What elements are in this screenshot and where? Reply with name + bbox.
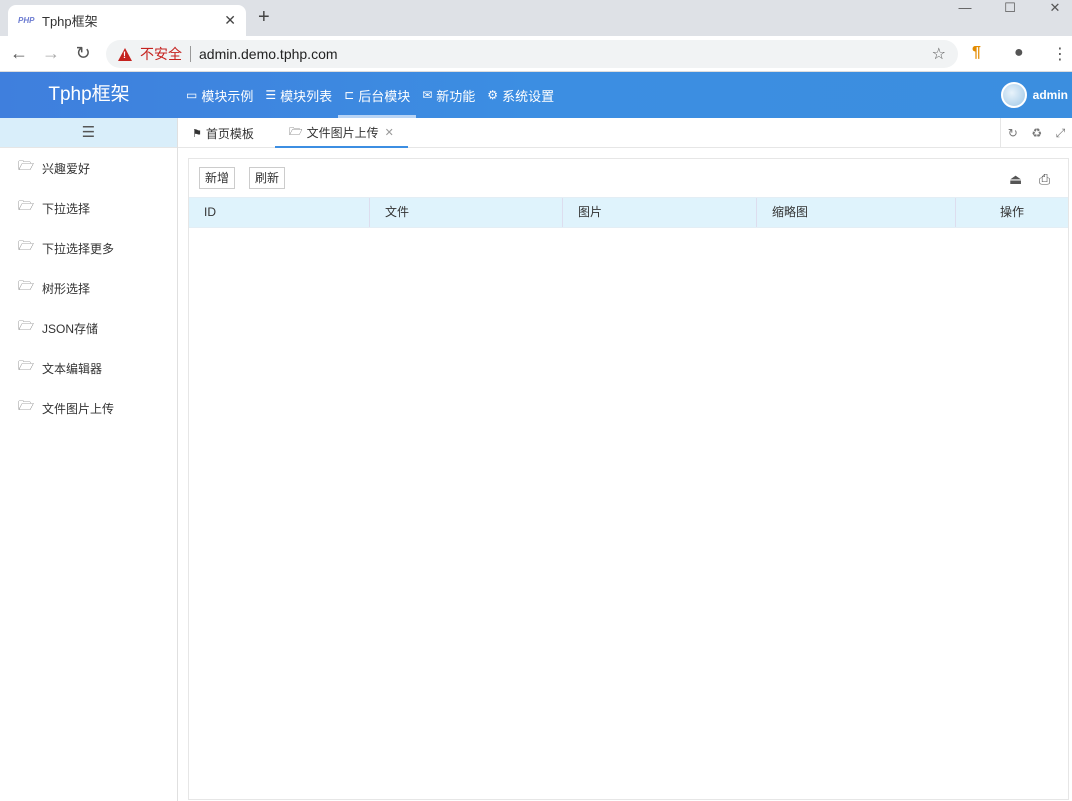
nav-item-module-list[interactable]: ☰ 模块列表 bbox=[259, 72, 338, 118]
tab-label: 首页模板 bbox=[205, 126, 254, 141]
url-text[interactable]: admin.demo.tphp.com bbox=[199, 46, 932, 62]
nav-item-new-features[interactable]: ✉ 新功能 bbox=[416, 72, 481, 118]
folder-open-icon: 🗁 bbox=[18, 198, 35, 213]
sidebar-item-label: 下拉选择 bbox=[42, 201, 91, 216]
sidebar-toggle-icon[interactable]: ☰ bbox=[0, 118, 177, 148]
sidebar-item-tree-select[interactable]: 🗁 树形选择 bbox=[0, 268, 177, 308]
new-tab-icon[interactable]: + bbox=[258, 6, 270, 29]
browser-tabstrip: PHP Tphp框架 ✕ + — ☐ ✕ bbox=[0, 0, 1072, 36]
address-bar[interactable]: 不安全 admin.demo.tphp.com ☆ bbox=[106, 40, 958, 68]
forward-icon[interactable]: → bbox=[40, 43, 62, 64]
minimize-icon[interactable]: — bbox=[950, 0, 980, 16]
export-icon[interactable]: ⏏ bbox=[1009, 171, 1022, 188]
nav-label: 系统设置 bbox=[502, 88, 555, 104]
list-icon: ☰ bbox=[265, 88, 277, 102]
fullscreen-icon[interactable]: ⤢ bbox=[1056, 126, 1066, 141]
browser-tab-title: Tphp框架 bbox=[42, 14, 98, 29]
nav-label: 后台模块 bbox=[358, 88, 411, 104]
table-header: ID 文件 图片 缩略图 操作 bbox=[189, 197, 1068, 228]
print-icon[interactable]: ⎙ bbox=[1039, 171, 1050, 188]
column-header-file[interactable]: 文件 bbox=[370, 198, 563, 227]
tab-file-upload[interactable]: 🗁 文件图片上传 ✕ bbox=[275, 118, 408, 148]
nav-item-system-settings[interactable]: ⚙ 系统设置 bbox=[481, 72, 560, 118]
monitor-icon: ▭ bbox=[186, 88, 198, 102]
close-tab-icon[interactable]: ✕ bbox=[385, 126, 394, 139]
avatar bbox=[1000, 82, 1027, 108]
divider bbox=[190, 46, 191, 62]
flag-icon: ⚑ bbox=[192, 127, 202, 140]
warning-icon bbox=[118, 47, 132, 61]
sidebar-item-json-storage[interactable]: 🗁 JSON存储 bbox=[0, 308, 177, 348]
add-button[interactable]: 新增 bbox=[199, 167, 236, 189]
content-tabs: ⚑ 首页模板 🗁 文件图片上传 ✕ ↻ ♻ ⤢ bbox=[178, 118, 1072, 148]
main-panel: 新增 刷新 ⏏ ⎙ ID 文件 图片 缩略图 操作 bbox=[188, 158, 1069, 800]
nav-label: 模块列表 bbox=[280, 88, 333, 104]
account-icon[interactable]: ● bbox=[1014, 44, 1024, 62]
nav-label: 模块示例 bbox=[201, 88, 254, 104]
column-header-image[interactable]: 图片 bbox=[563, 198, 757, 227]
browser-toolbar: ← → ↻ 不安全 admin.demo.tphp.com ☆ ¶ ● ⋮ bbox=[0, 36, 1072, 72]
recycle-icon[interactable]: ♻ bbox=[1031, 126, 1042, 140]
top-nav: ▭ 模块示例 ☰ 模块列表 ⊏ 后台模块 ✉ 新功能 ⚙ 系统设置 bbox=[180, 72, 560, 118]
refresh-tab-icon[interactable]: ↻ bbox=[1008, 126, 1018, 140]
sidebar-item-text-editor[interactable]: 🗁 文本编辑器 bbox=[0, 348, 177, 388]
close-tab-icon[interactable]: ✕ bbox=[224, 12, 236, 29]
table-toolbar: 新增 刷新 ⏏ ⎙ bbox=[189, 159, 1068, 197]
php-favicon-icon: PHP bbox=[18, 15, 35, 25]
column-header-thumbnail[interactable]: 缩略图 bbox=[757, 198, 956, 227]
user-name: admin bbox=[1032, 88, 1068, 102]
sidebar-item-label: 树形选择 bbox=[42, 281, 91, 296]
sidebar: ☰ 🗁 兴趣爱好 🗁 下拉选择 🗁 下拉选择更多 🗁 树形选择 🗁 JSON存储… bbox=[0, 118, 178, 801]
reload-icon[interactable]: ↻ bbox=[72, 43, 94, 64]
sidebar-item-dropdown[interactable]: 🗁 下拉选择 bbox=[0, 188, 177, 228]
user-menu[interactable]: admin bbox=[1000, 82, 1068, 108]
nav-item-module-examples[interactable]: ▭ 模块示例 bbox=[180, 72, 259, 118]
back-icon[interactable]: ← bbox=[8, 43, 30, 64]
close-window-icon[interactable]: ✕ bbox=[1040, 0, 1070, 16]
nav-label: 新功能 bbox=[436, 88, 476, 104]
sidebar-item-dropdown-more[interactable]: 🗁 下拉选择更多 bbox=[0, 228, 177, 268]
folder-open-icon: 🗁 bbox=[18, 358, 35, 373]
app-logo[interactable]: Tphp框架 bbox=[0, 72, 178, 118]
tab-home-template[interactable]: ⚑ 首页模板 bbox=[192, 118, 254, 148]
extension-icon[interactable]: ¶ bbox=[972, 44, 981, 62]
table-body bbox=[189, 228, 1068, 788]
column-header-actions[interactable]: 操作 bbox=[956, 198, 1068, 227]
refresh-button[interactable]: 刷新 bbox=[249, 167, 286, 189]
tab-label: 文件图片上传 bbox=[306, 125, 379, 140]
sidebar-item-label: 文件图片上传 bbox=[42, 401, 115, 416]
folder-open-icon: 🗁 bbox=[18, 398, 35, 413]
app-header: Tphp框架 ▭ 模块示例 ☰ 模块列表 ⊏ 后台模块 ✉ 新功能 ⚙ 系统设置… bbox=[0, 72, 1072, 118]
laptop-icon: ⊏ bbox=[344, 88, 355, 102]
folder-open-icon: 🗁 bbox=[18, 278, 35, 293]
sidebar-item-label: 文本编辑器 bbox=[42, 361, 103, 376]
folder-open-icon: 🗁 bbox=[18, 318, 35, 333]
security-label[interactable]: 不安全 bbox=[140, 44, 182, 64]
browser-menu-icon[interactable]: ⋮ bbox=[1052, 44, 1068, 64]
column-header-id[interactable]: ID bbox=[189, 198, 370, 227]
folder-open-icon: 🗁 bbox=[18, 238, 35, 253]
envelope-open-icon: ✉ bbox=[422, 88, 433, 102]
sidebar-item-label: 兴趣爱好 bbox=[42, 161, 91, 176]
folder-open-icon: 🗁 bbox=[289, 125, 303, 138]
tab-tools: ↻ ♻ ⤢ bbox=[1000, 118, 1072, 148]
sidebar-item-file-upload[interactable]: 🗁 文件图片上传 bbox=[0, 388, 177, 428]
sidebar-item-hobbies[interactable]: 🗁 兴趣爱好 bbox=[0, 148, 177, 188]
maximize-icon[interactable]: ☐ bbox=[995, 0, 1025, 16]
gear-icon: ⚙ bbox=[487, 88, 499, 102]
folder-open-icon: 🗁 bbox=[18, 158, 35, 173]
sidebar-item-label: 下拉选择更多 bbox=[42, 241, 115, 256]
bookmark-star-icon[interactable]: ☆ bbox=[932, 44, 946, 64]
browser-tab[interactable]: PHP Tphp框架 ✕ bbox=[8, 5, 246, 36]
sidebar-item-label: JSON存储 bbox=[42, 321, 99, 336]
nav-item-backend-module[interactable]: ⊏ 后台模块 bbox=[338, 72, 417, 118]
